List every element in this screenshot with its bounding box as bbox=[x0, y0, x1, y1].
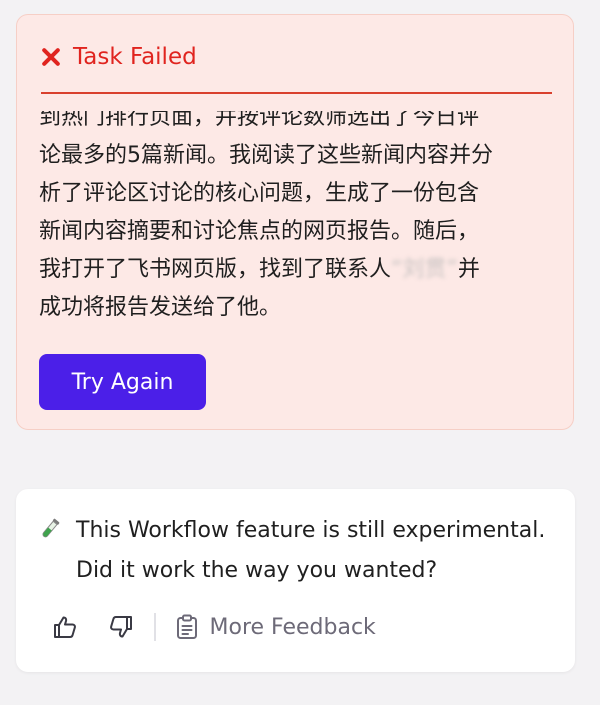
task-failed-card: Task Failed 到热门排行页面，并按评论数筛选出了今日评 论最多的5篇新… bbox=[16, 14, 574, 430]
result-line: 新闻内容摘要和讨论焦点的网页报告。随后， bbox=[39, 219, 480, 244]
result-line-suffix: 并 bbox=[457, 257, 480, 282]
result-line: 成功将报告发送给了他。 bbox=[39, 295, 282, 320]
feedback-actions: More Feedback bbox=[48, 607, 376, 647]
feedback-line-2: Did it work the way you wanted? bbox=[76, 558, 438, 583]
feedback-card: This Workflow feature is still experimen… bbox=[16, 489, 575, 672]
task-result-text: 到热门排行页面，并按评论数筛选出了今日评 论最多的5篇新闻。我阅读了这些新闻内容… bbox=[39, 111, 554, 344]
task-failed-header: Task Failed bbox=[41, 41, 197, 73]
feedback-line-1: This Workflow feature is still experimen… bbox=[76, 518, 546, 543]
more-feedback-label: More Feedback bbox=[209, 614, 376, 640]
thumbs-up-icon[interactable] bbox=[52, 614, 78, 640]
clipboard-icon bbox=[176, 614, 197, 639]
redacted-contact-name: “刘贯” bbox=[391, 257, 458, 282]
result-line: 我打开了飞书网页版，找到了联系人“刘贯”并 bbox=[39, 251, 554, 289]
actions-divider bbox=[154, 613, 156, 641]
test-tube-icon bbox=[42, 518, 60, 538]
more-feedback-button[interactable]: More Feedback bbox=[176, 614, 376, 640]
task-failed-title: Task Failed bbox=[73, 44, 197, 70]
result-line-text: 我打开了飞书网页版，找到了联系人 bbox=[39, 257, 392, 282]
thumbs-down-icon[interactable] bbox=[108, 614, 134, 640]
result-line: 论最多的5篇新闻。我阅读了这些新闻内容并分 bbox=[39, 143, 493, 168]
feedback-question: This Workflow feature is still experimen… bbox=[76, 511, 556, 591]
result-line: 到热门排行页面，并按评论数筛选出了今日评 bbox=[39, 111, 480, 130]
x-mark-icon bbox=[42, 48, 60, 66]
app-root: Task Failed 到热门排行页面，并按评论数筛选出了今日评 论最多的5篇新… bbox=[0, 0, 600, 705]
try-again-button[interactable]: Try Again bbox=[39, 354, 206, 410]
header-divider bbox=[41, 92, 552, 94]
result-line: 析了评论区讨论的核心问题，生成了一份包含 bbox=[39, 181, 480, 206]
